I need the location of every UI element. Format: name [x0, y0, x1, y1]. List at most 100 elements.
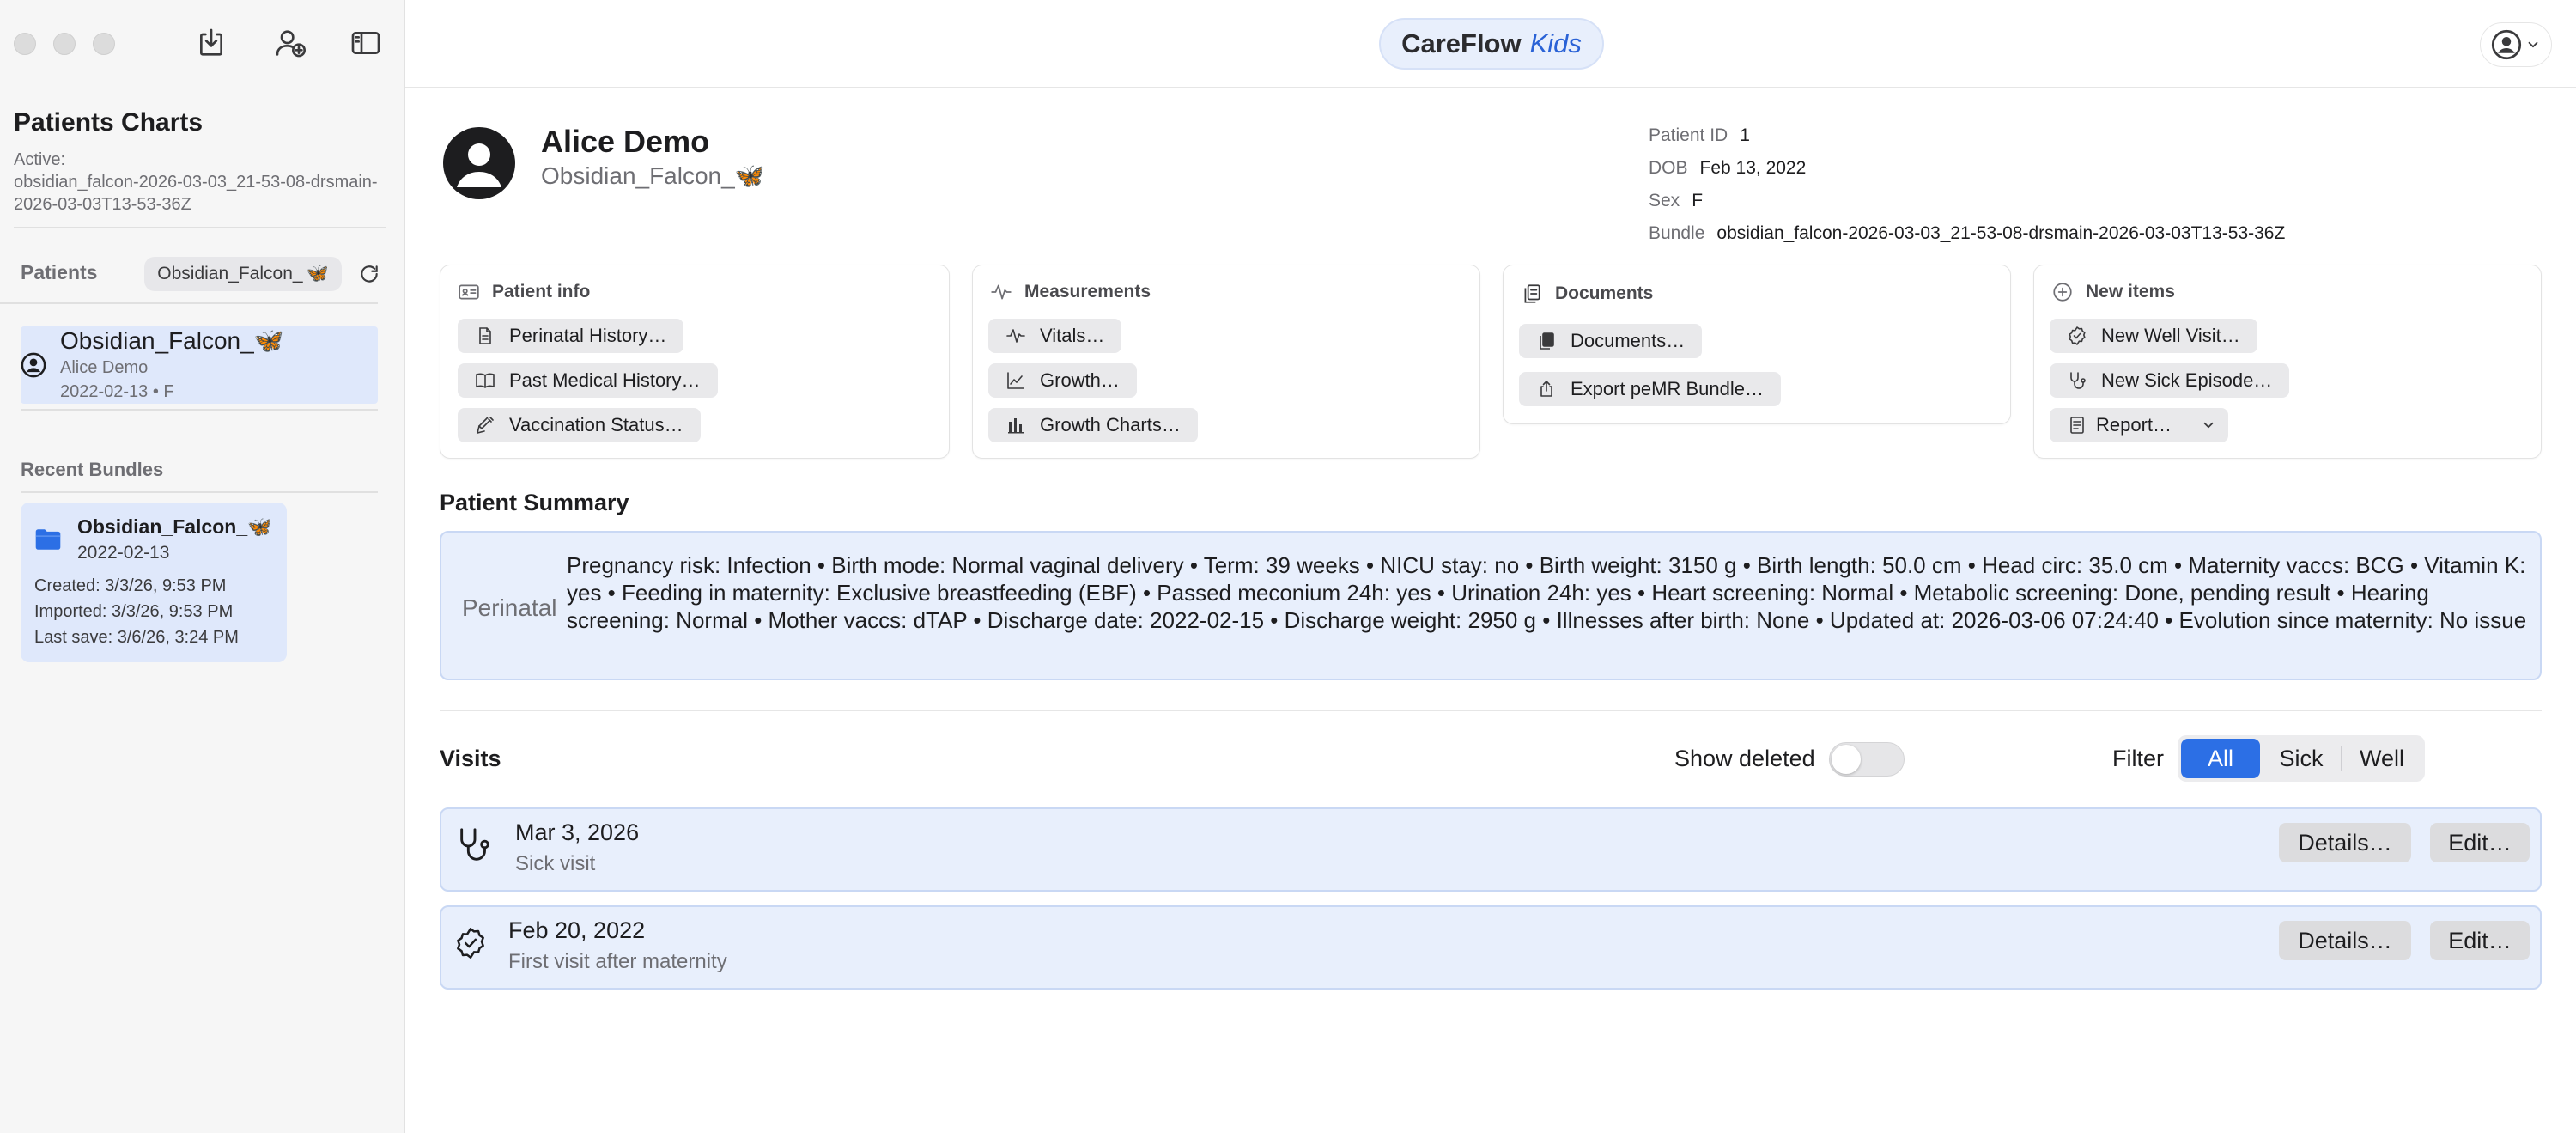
show-deleted-toggle[interactable] — [1829, 742, 1905, 777]
butterfly-icon: 🦋 — [247, 515, 272, 538]
patient-info-card: Patient info Perinatal History… Past Med… — [440, 265, 950, 459]
patient-filter-chip[interactable]: Obsidian_Falcon_ 🦋 — [144, 257, 342, 291]
divider — [14, 227, 386, 228]
patient-info-title: Patient info — [492, 282, 591, 302]
report-menu-button[interactable]: Report… — [2050, 408, 2229, 442]
bundle-name: Obsidian_Falcon_🦋 — [77, 515, 272, 538]
book-icon — [476, 373, 495, 388]
divider — [0, 302, 378, 304]
bundle-imported: Imported: 3/3/26, 9:53 PM — [34, 602, 234, 621]
patient-real-name: Alice Demo — [60, 358, 149, 377]
visit-details-button[interactable]: Details… — [2279, 921, 2411, 960]
patient-avatar — [443, 127, 515, 199]
account-menu-button[interactable] — [2480, 22, 2552, 67]
bar-chart-icon — [1008, 418, 1024, 434]
button-label: New Well Visit… — [2101, 325, 2240, 346]
visit-row[interactable]: Mar 3, 2026 Sick visit Details… Edit… — [440, 807, 2542, 892]
documents-button[interactable]: Documents… — [1519, 324, 1703, 358]
growth-button[interactable]: Growth… — [988, 363, 1137, 398]
butterfly-icon: 🦋 — [253, 327, 284, 354]
plus-circle-icon — [2053, 283, 2072, 302]
button-label: Growth Charts… — [1040, 414, 1181, 436]
meta-dob: DOB Feb 13, 2022 — [1649, 158, 1807, 178]
patient-name-heading: Alice Demo — [541, 124, 710, 159]
report-icon — [2070, 417, 2084, 434]
button-label: Vaccination Status… — [509, 414, 683, 436]
filter-sick[interactable]: Sick — [2262, 739, 2341, 778]
sidebar-toggle-icon[interactable] — [345, 22, 386, 64]
waveform-icon — [991, 284, 1012, 300]
recent-bundle-card[interactable]: Obsidian_Falcon_🦋 2022-02-13 Created: 3/… — [21, 503, 287, 662]
vitals-button[interactable]: Vitals… — [988, 319, 1122, 353]
person-circle-icon — [21, 352, 46, 378]
import-icon[interactable] — [191, 22, 232, 64]
window-zoom-button[interactable] — [93, 33, 115, 55]
filter-all[interactable]: All — [2181, 739, 2260, 778]
vaccination-status-button[interactable]: Vaccination Status… — [458, 408, 701, 442]
visit-edit-button[interactable]: Edit… — [2430, 921, 2530, 960]
visit-type: Sick visit — [515, 852, 596, 875]
active-label: Active: — [14, 150, 66, 169]
divider — [440, 710, 2542, 711]
button-label: Past Medical History… — [509, 369, 701, 391]
visit-filter-segmented: All Sick Well — [2178, 735, 2425, 782]
window-minimize-button[interactable] — [53, 33, 76, 55]
chevron-down-icon — [2528, 41, 2538, 48]
button-label: Vitals… — [1040, 325, 1105, 346]
bundle-created: Created: 3/3/26, 9:53 PM — [34, 576, 227, 595]
sidebar: Patients Charts Active: obsidian_falcon-… — [0, 0, 405, 1133]
show-deleted-label: Show deleted — [1674, 746, 1815, 771]
line-chart-icon — [1007, 372, 1024, 389]
app-brand: CareFlow Kids — [1379, 18, 1604, 70]
visit-details-button[interactable]: Details… — [2279, 823, 2411, 862]
checkmark-seal-icon — [2069, 326, 2086, 345]
button-label: New Sick Episode… — [2101, 369, 2273, 391]
button-label: Export peMR Bundle… — [1571, 378, 1764, 399]
waveform-icon — [1006, 329, 1025, 343]
toggle-knob — [1832, 745, 1861, 774]
butterfly-icon: 🦋 — [734, 162, 765, 189]
meta-sex: Sex F — [1649, 191, 1704, 210]
patients-label: Patients — [21, 261, 98, 283]
perinatal-history-button[interactable]: Perinatal History… — [458, 319, 684, 353]
button-label: Perinatal History… — [509, 325, 667, 346]
patient-chip-label: Obsidian_Falcon_ — [157, 264, 303, 283]
filter-well[interactable]: Well — [2342, 739, 2421, 778]
perinatal-summary: Perinatal Pregnancy risk: Infection • Bi… — [440, 531, 2542, 680]
visits-title: Visits — [440, 746, 501, 771]
summary-text: Pregnancy risk: Infection • Birth mode: … — [567, 552, 2527, 633]
stethoscope-icon — [2070, 372, 2086, 389]
new-items-card: New items New Well Visit… New Sick Episo… — [2033, 265, 2542, 459]
window-close-button[interactable] — [14, 33, 36, 55]
export-bundle-button[interactable]: Export peMR Bundle… — [1519, 372, 1781, 406]
share-icon — [1540, 381, 1552, 397]
summary-title: Patient Summary — [440, 490, 629, 515]
patient-list-item[interactable]: Obsidian_Falcon_🦋 Alice Demo 2022-02-13 … — [21, 326, 378, 404]
sidebar-title: Patients Charts — [14, 108, 204, 137]
refresh-icon[interactable] — [355, 260, 383, 288]
add-person-icon[interactable] — [270, 22, 311, 64]
card-title: Patient info — [458, 281, 590, 303]
documents-icon — [1540, 332, 1554, 350]
new-sick-episode-button[interactable]: New Sick Episode… — [2050, 363, 2290, 398]
new-well-visit-button[interactable]: New Well Visit… — [2050, 319, 2257, 353]
measurements-title: Measurements — [1024, 282, 1151, 302]
bundle-date: 2022-02-13 — [77, 543, 170, 563]
card-title: New items — [2051, 281, 2175, 303]
butterfly-icon: 🦋 — [306, 264, 329, 283]
checkmark-seal-icon — [457, 928, 484, 959]
visit-type: First visit after maternity — [508, 950, 727, 973]
divider — [21, 491, 378, 493]
documents-title: Documents — [1555, 283, 1654, 303]
card-title: Documents — [1521, 283, 1653, 305]
chevron-down-icon — [2203, 422, 2214, 429]
growth-charts-button[interactable]: Growth Charts… — [988, 408, 1198, 442]
syringe-icon — [476, 417, 494, 435]
visit-date: Mar 3, 2026 — [515, 819, 640, 845]
visit-row[interactable]: Feb 20, 2022 First visit after maternity… — [440, 905, 2542, 990]
card-title: Measurements — [990, 281, 1151, 303]
visit-edit-button[interactable]: Edit… — [2430, 823, 2530, 862]
past-medical-history-button[interactable]: Past Medical History… — [458, 363, 718, 398]
new-items-title: New items — [2086, 282, 2175, 302]
divider — [21, 409, 378, 411]
